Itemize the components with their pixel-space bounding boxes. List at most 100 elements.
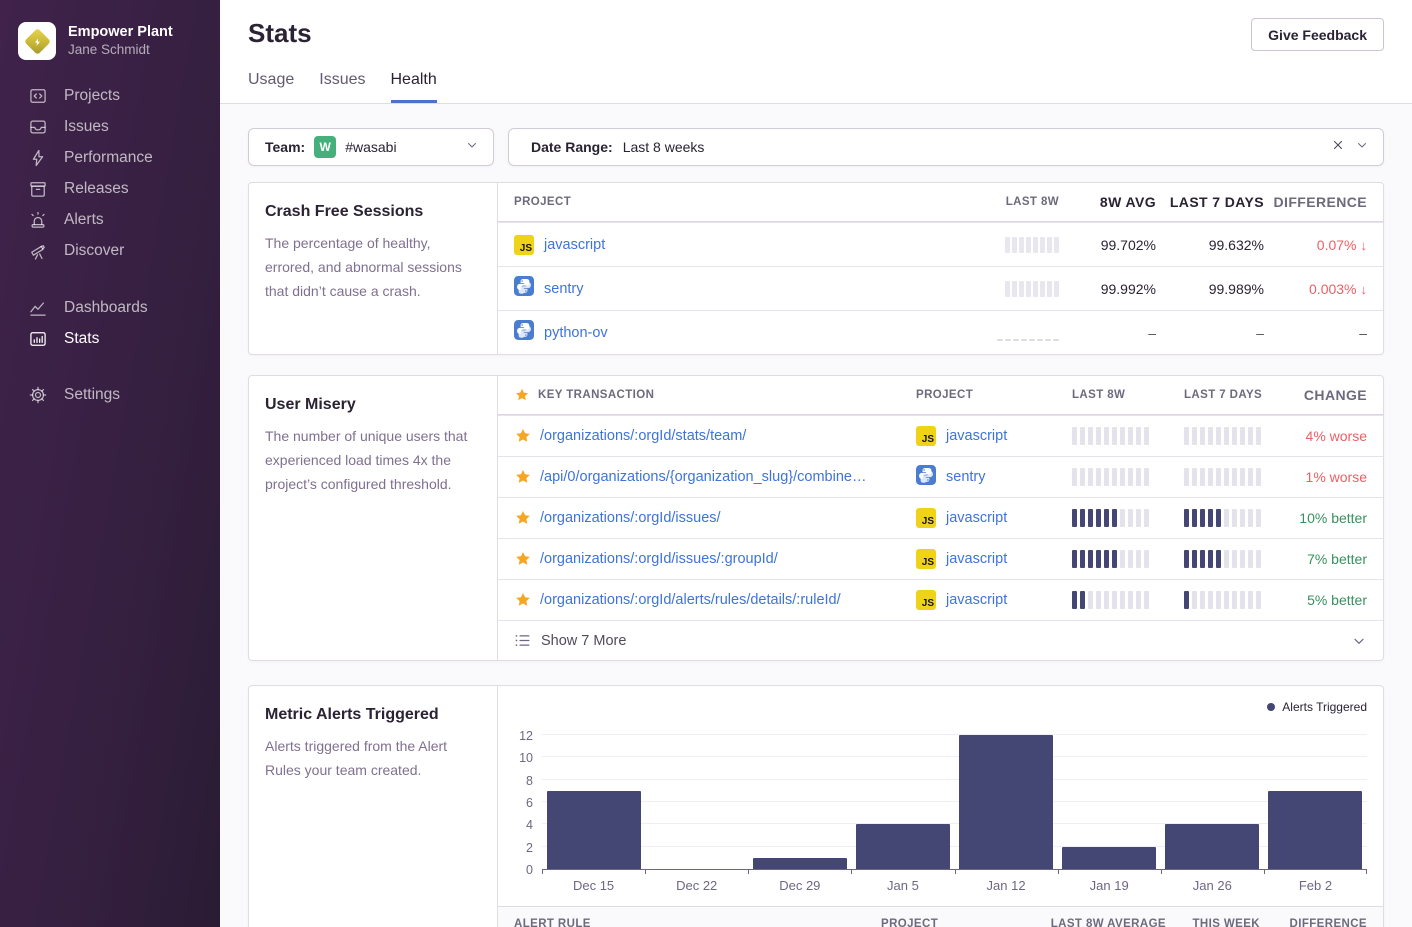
javascript-platform-icon: JS bbox=[916, 508, 936, 528]
panel-subtext: Alerts triggered from the Alert Rules yo… bbox=[265, 734, 479, 782]
org-name: Empower Plant bbox=[68, 23, 173, 41]
project-link[interactable]: python-ov bbox=[544, 325, 608, 341]
archive-box-icon bbox=[28, 179, 48, 199]
column-header: DIFFERENCE bbox=[1260, 918, 1367, 927]
list-icon bbox=[514, 632, 531, 649]
sidebar-item-issues[interactable]: Issues bbox=[0, 111, 220, 142]
key-transaction-star-icon[interactable] bbox=[514, 468, 540, 486]
sidebar-item-discover[interactable]: Discover bbox=[0, 235, 220, 266]
team-select[interactable]: Team: W #wasabi bbox=[248, 128, 494, 166]
transaction-link[interactable]: /organizations/:orgId/stats/team/ bbox=[540, 428, 916, 444]
empower-plant-gem-icon bbox=[24, 28, 51, 55]
key-transaction-star-icon[interactable] bbox=[514, 550, 540, 568]
column-header: PROJECT bbox=[916, 389, 1072, 401]
project-link[interactable]: javascript bbox=[544, 237, 605, 253]
crash-free-sessions-panel: Crash Free Sessions The percentage of he… bbox=[248, 182, 1384, 355]
column-header: LAST 7 DAYS bbox=[1184, 389, 1264, 401]
code-folder-icon bbox=[28, 86, 48, 106]
column-header: 8W AVG bbox=[1059, 194, 1156, 210]
python-platform-icon bbox=[916, 465, 936, 490]
team-label: Team: bbox=[265, 139, 305, 155]
change-value: 1% worse bbox=[1264, 469, 1367, 485]
sidebar-item-stats[interactable]: Stats bbox=[0, 323, 220, 354]
panel-subtext: The number of unique users that experien… bbox=[265, 424, 479, 496]
give-feedback-button[interactable]: Give Feedback bbox=[1251, 18, 1384, 51]
table-row: /organizations/:orgId/issues/ JS javascri… bbox=[498, 497, 1383, 538]
tab-usage[interactable]: Usage bbox=[248, 71, 294, 103]
last-7d-value: 99.632% bbox=[1156, 237, 1264, 253]
key-transaction-star-icon[interactable] bbox=[514, 427, 540, 445]
column-header: ALERT RULE bbox=[514, 918, 881, 927]
main-area: Stats Give Feedback Usage Issues Health … bbox=[220, 0, 1412, 927]
org-dropdown[interactable]: Empower Plant Jane Schmidt bbox=[0, 0, 220, 60]
column-header: DIFFERENCE bbox=[1264, 194, 1367, 210]
show-more-button[interactable]: Show 7 More bbox=[498, 620, 1383, 660]
python-platform-icon bbox=[514, 320, 534, 345]
transaction-link[interactable]: /api/0/organizations/{organization_slug}… bbox=[540, 469, 916, 485]
bar-chart-icon bbox=[28, 329, 48, 349]
project-link[interactable]: javascript bbox=[946, 428, 1007, 444]
metric-alerts-panel: Metric Alerts Triggered Alerts triggered… bbox=[248, 685, 1384, 927]
column-header: THIS WEEK bbox=[1166, 918, 1260, 927]
sidebar-item-performance[interactable]: Performance bbox=[0, 142, 220, 173]
javascript-platform-icon: JS bbox=[916, 549, 936, 569]
sparkline bbox=[997, 325, 1059, 341]
sidebar-item-label: Projects bbox=[64, 87, 120, 105]
team-value: #wasabi bbox=[345, 139, 396, 155]
clear-icon[interactable] bbox=[1331, 138, 1345, 157]
difference-value: – bbox=[1264, 325, 1367, 341]
sidebar-item-settings[interactable]: Settings bbox=[0, 379, 220, 410]
lightning-icon bbox=[28, 148, 48, 168]
chart-bar bbox=[1165, 824, 1259, 869]
show-more-label: Show 7 More bbox=[541, 633, 626, 649]
misery-score-bar bbox=[1184, 509, 1264, 527]
last-7d-value: – bbox=[1156, 325, 1264, 341]
sidebar-item-releases[interactable]: Releases bbox=[0, 173, 220, 204]
change-value: 10% better bbox=[1264, 510, 1367, 526]
misery-score-bar bbox=[1072, 427, 1152, 445]
transaction-link[interactable]: /organizations/:orgId/alerts/rules/detai… bbox=[540, 592, 916, 608]
change-value: 4% worse bbox=[1264, 428, 1367, 444]
table-header: KEY TRANSACTION PROJECT LAST 8W LAST 7 D… bbox=[498, 376, 1383, 415]
key-transaction-star-icon[interactable] bbox=[514, 509, 540, 527]
transaction-link[interactable]: /organizations/:orgId/issues/:groupId/ bbox=[540, 551, 916, 567]
user-name: Jane Schmidt bbox=[68, 41, 173, 59]
user-misery-panel: User Misery The number of unique users t… bbox=[248, 375, 1384, 661]
column-header: PROJECT bbox=[514, 196, 939, 208]
tab-health[interactable]: Health bbox=[391, 71, 437, 103]
table-header: PROJECT LAST 8W 8W AVG LAST 7 DAYS DIFFE… bbox=[498, 183, 1383, 222]
sidebar-item-alerts[interactable]: Alerts bbox=[0, 204, 220, 235]
sidebar-nav-primary: Projects Issues Performance Releases Ale… bbox=[0, 80, 220, 266]
chart-legend[interactable]: Alerts Triggered bbox=[514, 700, 1367, 714]
key-transaction-star-icon[interactable] bbox=[514, 591, 540, 609]
misery-score-bar bbox=[1184, 550, 1264, 568]
tab-issues[interactable]: Issues bbox=[319, 71, 365, 103]
star-icon bbox=[514, 387, 530, 403]
transaction-link[interactable]: /organizations/:orgId/issues/ bbox=[540, 510, 916, 526]
project-link[interactable]: sentry bbox=[544, 281, 584, 297]
project-link[interactable]: javascript bbox=[946, 510, 1007, 526]
sidebar-item-dashboards[interactable]: Dashboards bbox=[0, 292, 220, 323]
date-range-select[interactable]: Date Range: Last 8 weeks bbox=[508, 128, 1384, 166]
siren-icon bbox=[28, 210, 48, 230]
panel-description: User Misery The number of unique users t… bbox=[249, 376, 498, 660]
avg-8w-value: 99.702% bbox=[1059, 237, 1156, 253]
project-link[interactable]: sentry bbox=[946, 469, 986, 485]
chart-bar bbox=[959, 735, 1053, 869]
project-link[interactable]: javascript bbox=[946, 592, 1007, 608]
misery-score-bar bbox=[1184, 468, 1264, 486]
chart-bar bbox=[753, 858, 847, 869]
alerts-chart-section: Alerts Triggered 024681012Dec 15Dec 22De… bbox=[498, 686, 1383, 927]
table-row: /api/0/organizations/{organization_slug}… bbox=[498, 456, 1383, 497]
table-row: python-ov – – – bbox=[498, 310, 1383, 354]
sidebar: Empower Plant Jane Schmidt Projects Issu… bbox=[0, 0, 220, 927]
change-value: 5% better bbox=[1264, 592, 1367, 608]
content: Team: W #wasabi Date Range: Last 8 weeks bbox=[220, 104, 1412, 927]
misery-score-bar bbox=[1072, 468, 1152, 486]
down-arrow-icon: ↓ bbox=[1361, 238, 1368, 253]
date-range-value: Last 8 weeks bbox=[623, 139, 705, 155]
sparkline bbox=[1005, 237, 1059, 253]
project-link[interactable]: javascript bbox=[946, 551, 1007, 567]
sidebar-item-projects[interactable]: Projects bbox=[0, 80, 220, 111]
sidebar-nav-secondary: Dashboards Stats bbox=[0, 292, 220, 354]
